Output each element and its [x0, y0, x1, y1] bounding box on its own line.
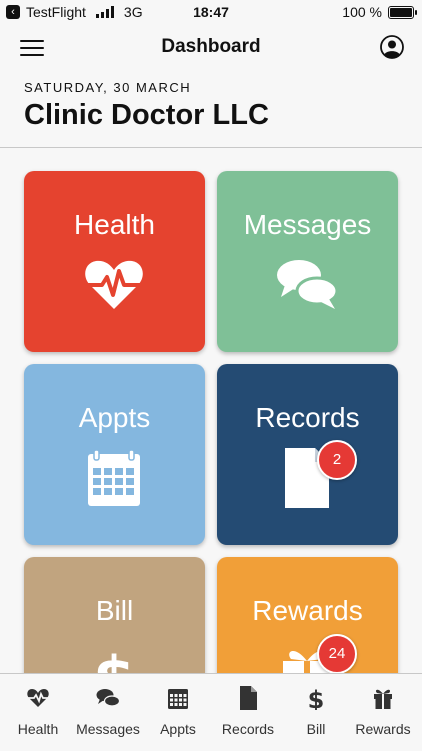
tab-bar: Health Messages Appts Records $ Bill Rew…: [0, 673, 422, 751]
navigation-bar: Dashboard: [0, 26, 422, 70]
document-icon: [240, 686, 257, 710]
chat-bubbles-icon: [277, 260, 339, 309]
svg-text:$: $: [93, 644, 135, 673]
tab-label: Rewards: [355, 721, 411, 737]
tile-label: Records: [255, 402, 360, 433]
tile-rewards[interactable]: Rewards 24: [217, 557, 398, 673]
calendar-icon: [168, 689, 188, 709]
page-title: Dashboard: [161, 36, 261, 57]
tab-messages[interactable]: Messages: [73, 674, 143, 751]
tab-records[interactable]: Records: [213, 674, 283, 751]
tile-label: Rewards: [252, 595, 363, 626]
gift-icon: [374, 689, 392, 709]
tile-records[interactable]: Records 2: [217, 364, 398, 545]
tile-health[interactable]: Health: [24, 171, 205, 352]
tab-appts[interactable]: Appts: [143, 674, 213, 751]
tile-appts[interactable]: Appts: [24, 364, 205, 545]
clinic-name: Clinic Doctor LLC: [24, 99, 269, 131]
battery-icon: [388, 5, 417, 19]
dollar-icon: $: [308, 686, 325, 710]
tile-label: Messages: [243, 209, 372, 240]
status-bar: ‹ TestFlight 3G 18:47 100 %: [0, 0, 422, 26]
tab-rewards[interactable]: Rewards: [348, 674, 418, 751]
tile-bill[interactable]: Bill $: [24, 557, 205, 673]
battery-percent: 100 %: [342, 4, 382, 20]
tile-label: Health: [74, 209, 155, 240]
tile-messages[interactable]: Messages: [217, 171, 398, 352]
date-label: SATURDAY, 30 MARCH: [24, 80, 192, 95]
records-badge: 2: [317, 440, 357, 480]
tile-label: Bill: [95, 595, 134, 626]
rewards-badge: 24: [317, 634, 357, 673]
tile-grid: Health Messages Appts Records 2 Bill Rew…: [0, 148, 422, 673]
tab-bill[interactable]: $ Bill: [281, 674, 351, 751]
tile-label: Appts: [78, 402, 151, 433]
heartbeat-icon: [84, 260, 144, 309]
heartbeat-icon: [27, 689, 49, 707]
tab-health[interactable]: Health: [3, 674, 73, 751]
dollar-icon: $: [93, 644, 135, 673]
user-profile-icon[interactable]: [380, 35, 404, 59]
calendar-icon: [88, 449, 140, 506]
chat-bubbles-icon: [96, 689, 120, 707]
dashboard-header: SATURDAY, 30 MARCH Clinic Doctor LLC: [24, 80, 269, 132]
svg-text:$: $: [308, 686, 325, 710]
